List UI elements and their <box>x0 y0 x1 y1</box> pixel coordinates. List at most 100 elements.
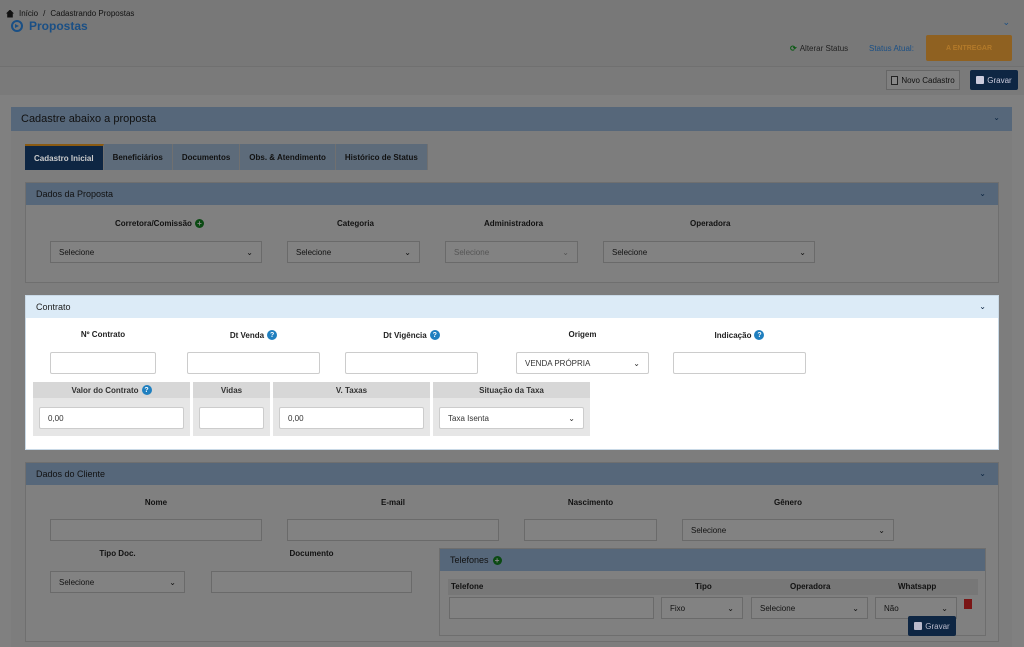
chevron-down-icon: ⌄ <box>633 358 640 368</box>
origem-label: Origem <box>516 330 649 339</box>
nascimento-input[interactable] <box>524 519 657 541</box>
telefones-title: Telefones <box>450 555 489 565</box>
indicacao-label: Indicação? <box>673 330 806 340</box>
col-telefone: Telefone <box>451 582 484 591</box>
tab-obs-atendimento[interactable]: Obs. & Atendimento <box>240 144 336 170</box>
email-label: E-mail <box>380 498 405 507</box>
administradora-select[interactable]: Selecione ⌄ <box>445 241 578 263</box>
chevron-down-icon: ⌄ <box>562 247 569 257</box>
categoria-select-value: Selecione <box>296 247 332 257</box>
tipo-select[interactable]: Fixo ⌄ <box>661 597 743 619</box>
origem-label-text: Origem <box>568 330 597 339</box>
help-icon[interactable]: ? <box>754 330 765 340</box>
chevron-down-icon[interactable]: ⌄ <box>979 469 986 478</box>
dados-cliente-header: Dados do Cliente ⌄ <box>26 463 998 485</box>
tipo-doc-select-value: Selecione <box>59 577 95 587</box>
tab-documentos[interactable]: Documentos <box>172 144 241 170</box>
home-icon[interactable] <box>6 9 14 18</box>
chevron-down-icon: ⌄ <box>404 247 411 257</box>
chevron-down-icon: ⌄ <box>568 413 575 423</box>
v-taxas-value: 0,00 <box>288 413 304 423</box>
operadora-label: Operadora <box>690 219 731 228</box>
situacao-taxa-value: Taxa Isenta <box>448 413 489 423</box>
categoria-label: Categoria <box>337 219 374 228</box>
v-taxas-label-text: V. Taxas <box>335 385 368 395</box>
gravar-button[interactable]: Gravar <box>970 70 1018 90</box>
add-icon[interactable]: + <box>194 219 204 228</box>
operadora-telefone-select[interactable]: Selecione ⌄ <box>751 597 868 619</box>
administradora-label: Administradora <box>484 219 544 228</box>
dt-venda-label: Dt Venda? <box>187 330 320 340</box>
app-title: Propostas <box>11 19 88 33</box>
dt-vigencia-label-text: Dt Vigência <box>383 330 427 340</box>
nascimento-label: Nascimento <box>567 498 614 507</box>
help-icon[interactable]: ? <box>267 330 278 340</box>
origem-select-value: VENDA PRÓPRIA <box>525 358 591 368</box>
chevron-down-icon[interactable]: ⌄ <box>979 302 986 311</box>
trash-icon[interactable] <box>964 599 972 609</box>
corretora-label-text: Corretora/Comissão <box>115 219 192 228</box>
tab-cadastro-inicial[interactable]: Cadastro Inicial <box>25 144 104 170</box>
v-taxas-label: V. Taxas <box>273 382 430 398</box>
v-taxas-input[interactable]: 0,00 <box>279 407 424 429</box>
email-input[interactable] <box>287 519 499 541</box>
genero-select[interactable]: Selecione ⌄ <box>682 519 894 541</box>
status-atual-label: Status Atual: <box>869 44 914 53</box>
situacao-taxa-select[interactable]: Taxa Isenta ⌄ <box>439 407 584 429</box>
valor-contrato-input[interactable]: 0,00 <box>39 407 184 429</box>
documento-label: Documento <box>289 549 334 558</box>
dt-vigencia-input[interactable] <box>345 352 478 374</box>
categoria-select[interactable]: Selecione ⌄ <box>287 241 420 263</box>
whatsapp-select-value: Não <box>884 603 899 613</box>
gravar-floating-label: Gravar <box>925 621 950 631</box>
valor-contrato-label: Valor do Contrato? <box>33 382 190 398</box>
vidas-label: Vidas <box>193 382 270 398</box>
operadora-select[interactable]: Selecione ⌄ <box>603 241 815 263</box>
status-button[interactable]: A ENTREGAR <box>926 35 1012 61</box>
add-icon[interactable]: + <box>492 555 502 565</box>
chevron-down-icon: ⌄ <box>878 525 885 535</box>
operadora-select-value: Selecione <box>612 247 648 257</box>
tab-historico-status[interactable]: Histórico de Status <box>335 144 428 170</box>
dt-venda-label-text: Dt Venda <box>229 330 265 340</box>
chevron-down-icon[interactable]: ⌄ <box>1002 17 1010 28</box>
chevron-down-icon[interactable]: ⌄ <box>979 189 986 198</box>
nome-input[interactable] <box>50 519 262 541</box>
breadcrumb-home[interactable]: Início <box>19 9 38 18</box>
dados-cliente-title: Dados do Cliente <box>36 469 106 479</box>
dt-venda-input[interactable] <box>187 352 320 374</box>
main-panel-header: Cadastre abaixo a proposta ⌄ <box>11 107 1012 131</box>
alterar-status-button[interactable]: ⟳ Alterar Status <box>790 44 848 53</box>
chevron-down-icon: ⌄ <box>941 603 948 613</box>
save-icon <box>976 76 985 84</box>
help-icon[interactable]: ? <box>429 330 440 340</box>
tipo-select-value: Fixo <box>670 603 686 613</box>
indicacao-input[interactable] <box>673 352 806 374</box>
contrato-header: Contrato ⌄ <box>26 296 998 318</box>
novo-cadastro-button[interactable]: Novo Cadastro <box>886 70 960 90</box>
nome-label: Nome <box>144 498 168 507</box>
origem-select[interactable]: VENDA PRÓPRIA ⌄ <box>516 352 649 374</box>
chevron-down-icon[interactable]: ⌄ <box>993 113 1000 122</box>
vidas-input[interactable] <box>199 407 264 429</box>
corretora-label: Corretora/Comissão + <box>115 219 204 228</box>
documento-input[interactable] <box>211 571 412 593</box>
tab-beneficiarios[interactable]: Beneficiários <box>103 144 173 170</box>
tipo-doc-label: Tipo Doc. <box>99 549 136 558</box>
contrato-title: Contrato <box>36 302 71 312</box>
numero-contrato-input[interactable] <box>50 352 156 374</box>
breadcrumb: Início / Cadastrando Propostas <box>6 9 134 18</box>
chevron-down-icon: ⌄ <box>799 247 806 257</box>
corretora-select[interactable]: Selecione ⌄ <box>50 241 262 263</box>
dt-vigencia-label: Dt Vigência? <box>345 330 478 340</box>
save-icon <box>914 622 923 630</box>
telefone-input[interactable] <box>449 597 654 619</box>
help-icon[interactable]: ? <box>141 385 152 395</box>
gravar-floating-button[interactable]: Gravar <box>908 616 956 636</box>
gravar-label: Gravar <box>987 75 1012 85</box>
alterar-status-label: Alterar Status <box>799 44 849 53</box>
tipo-doc-select[interactable]: Selecione ⌄ <box>50 571 185 593</box>
top-header <box>0 0 1024 67</box>
dados-proposta-panel: Dados da Proposta ⌄ <box>25 182 999 283</box>
chevron-down-icon: ⌄ <box>246 247 253 257</box>
